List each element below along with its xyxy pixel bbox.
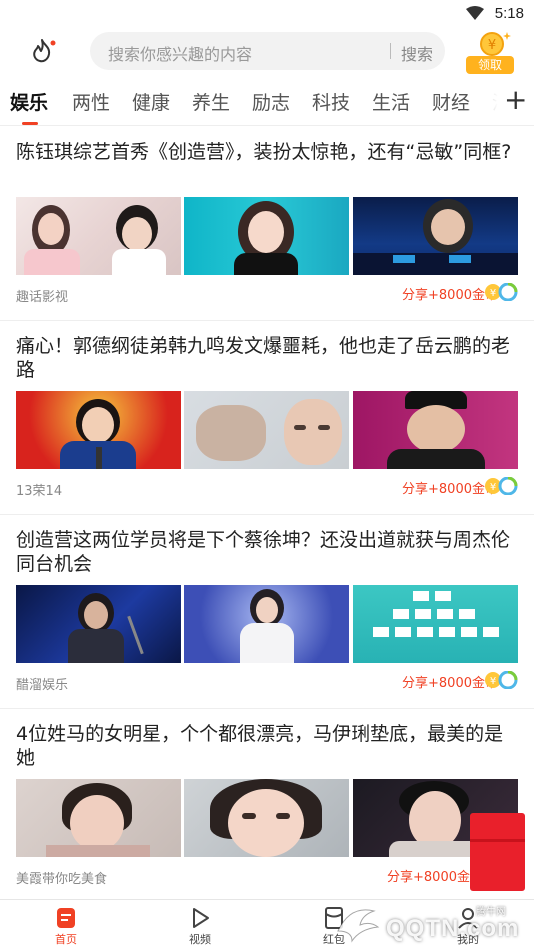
article-image[interactable] [16,391,181,469]
article-thumbnails [16,391,518,469]
search-button[interactable]: 搜索 [401,41,433,65]
search-placeholder: 搜索你感兴趣的内容 [108,45,253,64]
nav-video-label: 视频 [189,933,211,946]
article-card[interactable]: 4位姓马的女明星，个个都很漂亮，马伊琍垫底，最美的是她 美霞带你吃美食 分享+8… [0,709,534,903]
tab-tech[interactable]: 科技 [312,88,350,115]
home-doc-icon [57,908,75,928]
tab-life[interactable]: 生活 [372,88,410,115]
site-watermark: 腾牛网 QQTN.com [330,895,530,949]
article-title[interactable]: 痛心！郭德纲徒弟韩九鸣发文爆噩耗，他也走了岳云鹏的老路 [16,334,521,382]
red-packet-flap [470,839,525,842]
article-image[interactable] [16,779,181,857]
share-reward-link[interactable]: 分享+8000金 [387,866,470,885]
article-source: 美霞带你吃美食 [16,872,108,887]
claim-coin-label: 领取 [466,56,514,74]
active-tab-indicator [22,122,38,125]
search-divider [390,43,391,59]
share-coin-icon[interactable]: ¥ [484,671,518,689]
search-input[interactable]: 搜索你感兴趣的内容 搜索 [90,32,445,70]
article-image[interactable] [184,585,349,663]
article-thumbnails [16,779,518,857]
article-source: 醋溜娱乐 [16,678,69,693]
article-card[interactable]: 创造营这两位学员将是下个蔡徐坤？还没出道就获与周杰伦同台机会 醋溜娱乐 分享+8… [0,515,534,709]
svg-text:¥: ¥ [490,288,496,299]
claim-coin-button[interactable]: ¥ 领取 [464,28,516,76]
tab-gender[interactable]: 两性 [72,88,110,115]
status-time: 5:18 [494,5,524,22]
wifi-icon [466,6,484,20]
article-title[interactable]: 陈钰琪综艺首秀《创造营》，装扮太惊艳，还有“忌敏”同框? [16,140,521,164]
article-card[interactable]: 痛心！郭德纲徒弟韩九鸣发文爆噩耗，他也走了岳云鹏的老路 13荣14 分享+800… [0,321,534,515]
news-feed: 陈钰琪综艺首秀《创造营》，装扮太惊艳，还有“忌敏”同框? 趣话影视 分享+800… [0,127,534,903]
nav-home[interactable]: 首页 [26,900,106,949]
article-card[interactable]: 陈钰琪综艺首秀《创造营》，装扮太惊艳，还有“忌敏”同框? 趣话影视 分享+800… [0,127,534,321]
play-icon [193,908,209,928]
svg-text:¥: ¥ [490,676,496,687]
tab-entertainment[interactable]: 娱乐 [10,88,48,115]
tab-wellness[interactable]: 养生 [192,88,230,115]
article-thumbnails [16,585,518,663]
red-packet-float-button[interactable] [470,813,525,891]
tab-finance[interactable]: 财经 [432,88,470,115]
article-title[interactable]: 创造营这两位学员将是下个蔡徐坤？还没出道就获与周杰伦同台机会 [16,528,521,576]
share-coin-icon[interactable]: ¥ [484,283,518,301]
article-image[interactable] [353,585,518,663]
nav-video[interactable]: 视频 [160,900,240,949]
category-tabs: 娱乐 两性 健康 养生 励志 科技 生活 财经 汽 + [0,78,534,126]
article-image[interactable] [353,197,518,275]
article-thumbnails [16,197,518,275]
svg-text:¥: ¥ [490,482,496,493]
tab-inspiration[interactable]: 励志 [252,88,290,115]
status-bar: 5:18 [0,0,534,28]
nav-home-label: 首页 [55,933,77,946]
tab-health[interactable]: 健康 [132,88,170,115]
article-source: 趣话影视 [16,290,69,305]
article-image[interactable] [353,391,518,469]
watermark-logo-icon [337,909,380,943]
flame-icon[interactable] [30,37,58,65]
watermark-text: QQTN.com [386,915,520,942]
search-header: 搜索你感兴趣的内容 搜索 ¥ 领取 [0,28,534,78]
article-image[interactable] [16,585,181,663]
coin-symbol: ¥ [488,38,496,53]
article-image[interactable] [16,197,181,275]
add-channel-button[interactable]: + [504,86,527,114]
article-source: 13荣14 [16,484,63,499]
article-image[interactable] [184,391,349,469]
article-image[interactable] [184,197,349,275]
article-title[interactable]: 4位姓马的女明星，个个都很漂亮，马伊琍垫底，最美的是她 [16,722,521,770]
article-image[interactable] [184,779,349,857]
share-coin-icon[interactable]: ¥ [484,477,518,495]
